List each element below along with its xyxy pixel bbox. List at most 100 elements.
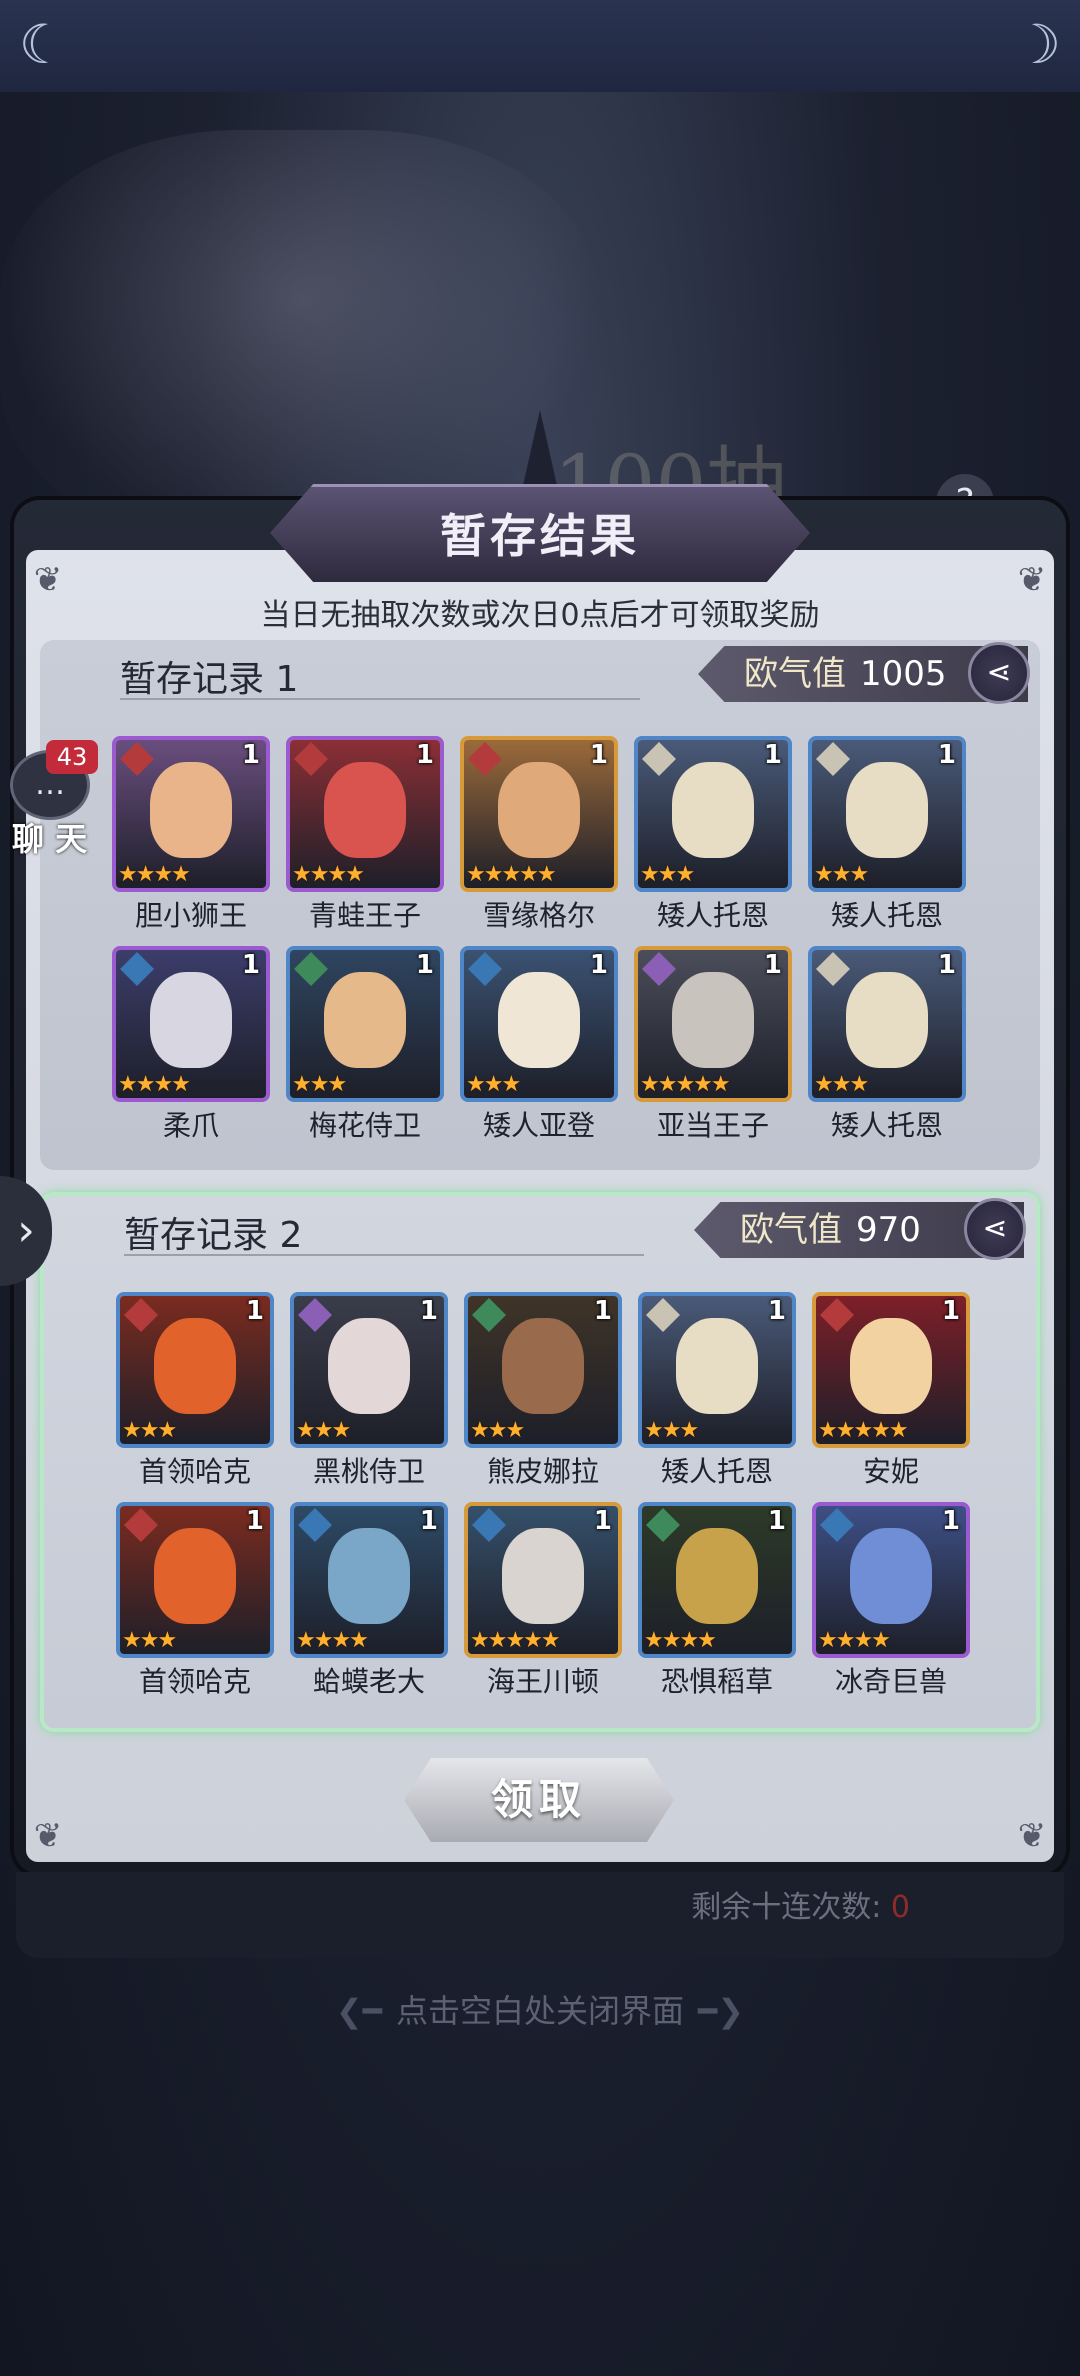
hero-portrait-frame: 1 ★★★★ — [286, 736, 444, 892]
remain-draws: 剩余十连次数: 0 — [691, 1882, 910, 1926]
hero-card[interactable]: 1 ★★★★ 柔爪 — [112, 946, 270, 1142]
hero-card[interactable]: 1 ★★★ 首领哈克 — [116, 1502, 274, 1698]
hero-count: 1 — [763, 740, 782, 770]
hero-card[interactable]: 1 ★★★ 矮人托恩 — [638, 1292, 796, 1488]
game-screen[interactable]: ☾ ☽ 100抽 ? ❦ ❦ ❦ ❦ 暂存结果 当日无抽取次数或次日0点后才可领… — [0, 0, 1080, 2376]
luck-label: 欧气值 — [740, 1210, 842, 1250]
star-rating-icon: ★★★★★ — [818, 1418, 909, 1443]
star-rating-icon: ★★★ — [640, 862, 695, 887]
hero-card[interactable]: 1 ★★★★★ 海王川顿 — [464, 1502, 622, 1698]
hero-portrait-frame: 1 ★★★★ — [812, 1502, 970, 1658]
star-rating-icon: ★★★ — [814, 862, 869, 887]
corner-ornament-icon: ❦ — [33, 1816, 63, 1856]
hero-portrait-frame: 1 ★★★ — [460, 946, 618, 1102]
hero-card[interactable]: 1 ★★★ 矮人托恩 — [634, 736, 792, 932]
hero-card[interactable]: 1 ★★★★ 蛤蟆老大 — [290, 1502, 448, 1698]
hero-card[interactable]: 1 ★★★ 矮人托恩 — [808, 736, 966, 932]
share-icon[interactable]: ⋖ — [968, 642, 1030, 704]
hero-card[interactable]: 1 ★★★★ 恐惧稻草 — [638, 1502, 796, 1698]
hero-count: 1 — [593, 1296, 612, 1326]
star-rating-icon: ★★★ — [466, 1072, 521, 1097]
hero-card[interactable]: 1 ★★★★★ 雪缘格尔 — [460, 736, 618, 932]
luck-value: 970 — [856, 1210, 921, 1250]
hero-count: 1 — [937, 740, 956, 770]
hero-count: 1 — [941, 1296, 960, 1326]
hero-portrait-frame: 1 ★★★ — [634, 736, 792, 892]
hero-face — [502, 1318, 584, 1414]
hero-portrait-frame: 1 ★★★ — [808, 946, 966, 1102]
hero-name: 矮人亚登 — [482, 1109, 595, 1142]
hero-count: 1 — [419, 1296, 438, 1326]
wing-ornament-icon: ❮━ — [335, 1992, 382, 2030]
hero-card[interactable]: 1 ★★★ 梅花侍卫 — [286, 946, 444, 1142]
hero-face — [324, 972, 406, 1068]
star-rating-icon: ★★★★ — [296, 1628, 369, 1653]
hero-card[interactable]: 1 ★★★★ 青蛙王子 — [286, 736, 444, 932]
star-rating-icon: ★★★★ — [118, 862, 191, 887]
hero-count: 1 — [241, 740, 260, 770]
hero-face — [676, 1318, 758, 1414]
divider — [120, 698, 640, 700]
hero-face — [150, 972, 232, 1068]
hero-name: 梅花侍卫 — [308, 1109, 421, 1142]
hero-portrait-frame: 1 ★★★★★ — [812, 1292, 970, 1448]
hero-name: 首领哈克 — [138, 1455, 251, 1488]
hero-face — [150, 762, 232, 858]
hero-face — [846, 762, 928, 858]
page-title: 暂存结果 — [440, 509, 640, 563]
hero-face — [676, 1528, 758, 1624]
hero-name: 矮人托恩 — [660, 1455, 773, 1488]
chat-label: 聊 天 — [12, 820, 88, 858]
hero-portrait-frame: 1 ★★★★★ — [460, 736, 618, 892]
hero-portrait-frame: 1 ★★★★ — [638, 1502, 796, 1658]
hero-card[interactable]: 1 ★★★★★ 亚当王子 — [634, 946, 792, 1142]
claim-button[interactable]: 领取 — [404, 1758, 674, 1842]
star-rating-icon: ★★★★ — [118, 1072, 191, 1097]
hero-grid: 1 ★★★★ 胆小狮王 1 ★★★★ 青蛙王子 1 ★★★★★ 雪缘格尔 1 ★★★ 矮人托恩 1 ★★★… — [112, 736, 966, 1142]
hero-card[interactable]: 1 ★★★ 熊皮娜拉 — [464, 1292, 622, 1488]
hero-name: 海王川顿 — [486, 1665, 599, 1698]
remain-value: 0 — [890, 1890, 910, 1925]
star-rating-icon: ★★★ — [292, 1072, 347, 1097]
star-rating-icon: ★★★ — [644, 1418, 699, 1443]
share-icon[interactable]: ⋖ — [964, 1198, 1026, 1260]
hero-name: 首领哈克 — [138, 1665, 251, 1698]
hero-portrait-frame: 1 ★★★ — [464, 1292, 622, 1448]
hero-name: 胆小狮王 — [134, 899, 247, 932]
hero-count: 1 — [419, 1506, 438, 1536]
record-title: 暂存记录 2 — [124, 1215, 303, 1256]
hero-count: 1 — [593, 1506, 612, 1536]
star-rating-icon: ★★★ — [814, 1072, 869, 1097]
remain-label: 剩余十连次数: — [691, 1890, 882, 1925]
hero-card[interactable]: 1 ★★★★★ 安妮 — [812, 1292, 970, 1488]
star-rating-icon: ★★★★★ — [466, 862, 557, 887]
record-section-1[interactable]: 暂存记录 1 欧气值 1005 ⋖ 1 ★★★★ 胆小狮王 1 ★★★★ 青蛙王子 1 ★★★★… — [40, 640, 1040, 1170]
star-rating-icon: ★★★ — [122, 1628, 177, 1653]
hero-face — [498, 972, 580, 1068]
hero-card[interactable]: 1 ★★★ 黑桃侍卫 — [290, 1292, 448, 1488]
star-rating-icon: ★★★★ — [644, 1628, 717, 1653]
hero-name: 蛤蟆老大 — [312, 1665, 425, 1698]
hero-face — [324, 762, 406, 858]
hero-name: 恐惧稻草 — [660, 1665, 773, 1698]
record-section-2[interactable]: 暂存记录 2 欧气值 970 ⋖ 1 ★★★ 首领哈克 1 ★★★ 黑桃侍卫 1 ★★★ 熊皮娜拉… — [40, 1192, 1040, 1732]
hero-face — [850, 1528, 932, 1624]
hero-portrait-frame: 1 ★★★ — [286, 946, 444, 1102]
close-hint[interactable]: ❮━ 点击空白处关闭界面 ━❯ — [0, 1986, 1080, 2032]
hero-face — [502, 1528, 584, 1624]
hero-name: 雪缘格尔 — [482, 899, 595, 932]
hero-count: 1 — [763, 950, 782, 980]
chat-button[interactable]: … 43 聊 天 — [2, 740, 98, 858]
hero-card[interactable]: 1 ★★★ 矮人托恩 — [808, 946, 966, 1142]
record-title: 暂存记录 1 — [120, 659, 299, 700]
hero-name: 柔爪 — [162, 1109, 219, 1142]
hero-card[interactable]: 1 ★★★★ 冰奇巨兽 — [812, 1502, 970, 1698]
moon-branch-icon: ☾ — [18, 13, 68, 76]
hero-count: 1 — [245, 1506, 264, 1536]
hero-card[interactable]: 1 ★★★★ 胆小狮王 — [112, 736, 270, 932]
hero-face — [850, 1318, 932, 1414]
hero-face — [328, 1528, 410, 1624]
hero-card[interactable]: 1 ★★★ 矮人亚登 — [460, 946, 618, 1142]
hero-name: 矮人托恩 — [830, 899, 943, 932]
hero-card[interactable]: 1 ★★★ 首领哈克 — [116, 1292, 274, 1488]
